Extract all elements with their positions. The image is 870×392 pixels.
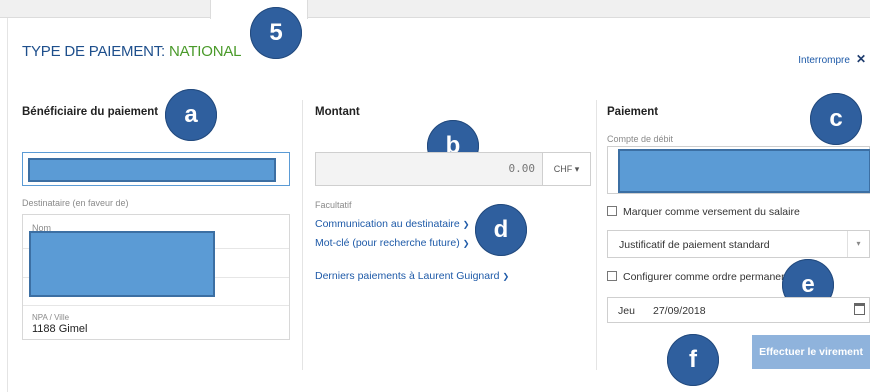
chevron-down-icon: ❯	[462, 220, 470, 229]
abort-label: Interrompre	[798, 55, 850, 66]
step-badge-5: 5	[250, 7, 302, 59]
salary-checkbox-label: Marquer comme versement du salaire	[623, 206, 800, 218]
panel-border	[7, 18, 8, 392]
annotation-badge-c: c	[810, 93, 862, 145]
payment-type-prefix: TYPE DE PAIEMENT:	[22, 43, 169, 60]
abort-link[interactable]: Interrompre ✕	[798, 52, 866, 66]
currency-value: CHF	[553, 164, 573, 174]
chevron-down-icon: ▾	[574, 164, 580, 174]
tab-strip	[0, 0, 870, 19]
column-divider	[302, 100, 303, 370]
amount-input[interactable]: 0.00 CHF ▾	[315, 152, 591, 186]
keyword-link-label: Mot-clé (pour recherche future)	[315, 237, 460, 249]
recent-payments-link[interactable]: Derniers paiements à Laurent Guignard ❯	[315, 270, 509, 282]
payment-section-title: Paiement	[607, 106, 659, 118]
debit-account-select[interactable]	[607, 146, 870, 194]
calendar-icon[interactable]	[854, 303, 865, 315]
payment-receipt-value: Justificatif de paiement standard	[619, 239, 770, 251]
amount-section-title: Montant	[315, 106, 360, 118]
close-icon[interactable]: ✕	[856, 52, 866, 66]
debit-account-label: Compte de débit	[607, 134, 674, 144]
page-title: TYPE DE PAIEMENT: NATIONAL	[22, 43, 242, 60]
city-value: 1188 Gimel	[32, 323, 88, 335]
communication-link-label: Communication au destinataire	[315, 218, 460, 230]
execution-date-input[interactable]: Jeu 27/09/2018	[607, 297, 870, 323]
address-row-divider	[23, 305, 289, 306]
redacted-recipient-address	[29, 231, 215, 297]
keyword-link[interactable]: Mot-clé (pour recherche future) ❯	[315, 237, 469, 249]
beneficiary-section-title: Bénéficiaire du paiement	[22, 106, 159, 118]
salary-checkbox-row[interactable]: Marquer comme versement du salaire	[607, 206, 800, 218]
payment-receipt-select[interactable]: Justificatif de paiement standard ▾	[607, 230, 870, 258]
salary-checkbox[interactable]	[607, 206, 617, 216]
chevron-down-icon: ▾	[847, 231, 869, 257]
standing-order-checkbox-row[interactable]: Configurer comme ordre permanent	[607, 271, 790, 283]
redacted-debit-account	[618, 149, 870, 193]
date-value: 27/09/2018	[653, 305, 706, 317]
recent-payments-link-label: Derniers paiements à Laurent Guignard	[315, 270, 500, 282]
beneficiary-search-input[interactable]	[22, 152, 290, 186]
annotation-badge-f: f	[667, 334, 719, 386]
payment-type-value: NATIONAL	[169, 43, 242, 60]
date-day: Jeu	[618, 305, 635, 317]
column-divider	[596, 100, 597, 370]
submit-transfer-button[interactable]: Effectuer le virement	[752, 335, 870, 369]
communication-link[interactable]: Communication au destinataire ❯	[315, 218, 469, 230]
city-label: NPA / Ville	[32, 313, 70, 322]
annotation-badge-d: d	[475, 204, 527, 256]
annotation-badge-a: a	[165, 89, 217, 141]
standing-order-checkbox[interactable]	[607, 271, 617, 281]
standing-order-label: Configurer comme ordre permanent	[623, 271, 790, 283]
optional-label: Facultatif	[315, 200, 352, 210]
chevron-down-icon: ❯	[462, 239, 470, 248]
currency-select[interactable]: CHF ▾	[542, 153, 590, 185]
chevron-down-icon: ❯	[502, 272, 510, 281]
redacted-beneficiary	[28, 158, 276, 182]
recipient-address-box: Nom NPA / Ville 1188 Gimel	[22, 214, 290, 340]
amount-value: 0.00	[508, 162, 536, 175]
recipient-label: Destinataire (en faveur de)	[22, 198, 129, 208]
